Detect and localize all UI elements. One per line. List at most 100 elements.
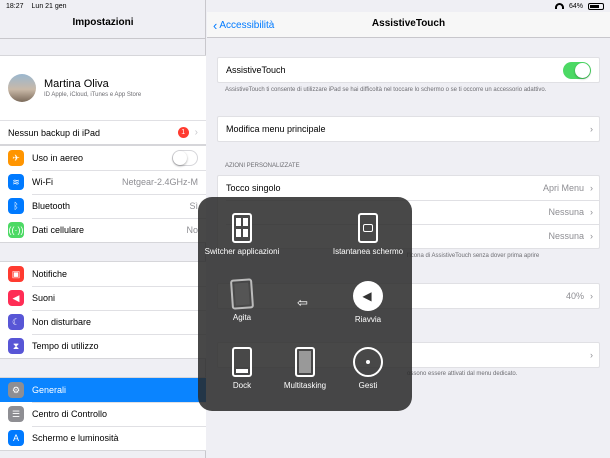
profile-name: Martina Oliva (44, 78, 109, 90)
sidebar-item-control-center[interactable]: ☰ Centro di Controllo (0, 402, 206, 426)
airplane-icon: ✈ (8, 150, 24, 166)
chevron-right-icon: › (590, 183, 593, 193)
sidebar-item-cellular[interactable]: ((·)) Dati cellulare No (0, 218, 206, 242)
assistivetouch-footer: AssistiveTouch ti consente di utilizzare… (225, 87, 547, 93)
chevron-right-icon: › (590, 231, 593, 241)
assistivetouch-menu: Switcher applicazioni Istantanea schermo… (198, 197, 412, 411)
chevron-right-icon: › (590, 350, 593, 360)
airplane-mode-toggle[interactable] (172, 150, 198, 166)
sidebar-item-general[interactable]: ⚙ Generali (0, 378, 206, 402)
toggles-icon: ☰ (8, 406, 24, 422)
devices-footer: ossono essere attivati dal menu dedicato… (407, 371, 518, 377)
page-title: AssistiveTouch (371, 18, 446, 29)
status-date: Lun 21 gen (31, 2, 67, 10)
sidebar-item-wifi[interactable]: ≋ Wi-Fi Netgear-2.4GHz-M (0, 170, 206, 194)
gestures-button[interactable]: Gesti (328, 347, 408, 391)
action-label: Tocco singolo (226, 183, 281, 193)
divider (0, 38, 206, 39)
restart-button[interactable]: ◀ Riavvia (328, 281, 408, 325)
apple-id-profile[interactable]: Martina Oliva ID Apple, iCloud, iTunes e… (0, 56, 206, 120)
status-time: 18:27 (6, 2, 24, 10)
shake-label: Agita (232, 313, 252, 322)
sidebar-title: Impostazioni (72, 17, 134, 28)
wifi-icon: ≋ (8, 174, 24, 190)
notification-badge: 1 (177, 127, 189, 138)
shake-button[interactable]: Agita (202, 278, 282, 323)
sidebar-item-label: Bluetooth (32, 201, 71, 211)
sidebar-item-label: Uso in aereo (32, 153, 84, 163)
screenshot-label: Istantanea schermo (332, 247, 404, 256)
cellular-value: No (186, 225, 198, 235)
gear-icon: ⚙ (8, 382, 24, 398)
sidebar-item-screen-time[interactable]: ⧗ Tempo di utilizzo (0, 334, 206, 358)
sidebar-item-label: Wi-Fi (32, 177, 53, 187)
bluetooth-icon: ᛒ (8, 198, 24, 214)
antenna-icon: ((·)) (8, 222, 24, 238)
profile-subtitle: ID Apple, iCloud, iTunes e App Store (44, 92, 142, 98)
sidebar-item-sounds[interactable]: ◀ Suoni (0, 286, 206, 310)
bluetooth-value: Sì (189, 201, 198, 211)
moon-icon: ☾ (8, 314, 24, 330)
hourglass-icon: ⧗ (8, 338, 24, 354)
battery-percent: 64% (568, 2, 583, 10)
sidebar-item-label: Tempo di utilizzo (32, 341, 99, 351)
settings-sidebar: Impostazioni Martina Oliva ID Apple, iCl… (0, 0, 206, 458)
camera-icon (358, 213, 378, 243)
sidebar-item-label: Notifiche (32, 269, 68, 279)
connectivity-group: ✈ Uso in aereo ≋ Wi-Fi Netgear-2.4GHz-M … (0, 145, 206, 243)
action-value: Apri Menu (542, 183, 584, 193)
sidebar-item-notifications[interactable]: ▣ Notifiche (0, 262, 206, 286)
back-arrow-icon[interactable]: ⇦ (297, 295, 308, 311)
customize-menu-label: Modifica menu principale (226, 124, 326, 134)
avatar (8, 74, 36, 102)
sidebar-item-display[interactable]: A Schermo e luminosità (0, 426, 206, 450)
assistive-toggle-card: AssistiveTouch (217, 57, 600, 83)
gestures-icon (353, 347, 383, 377)
app-switcher-label: Switcher applicazioni (204, 247, 280, 256)
notifications-icon: ▣ (8, 266, 24, 282)
actions-footer: l'icona di AssistiveTouch senza dover pr… (407, 253, 540, 259)
chevron-right-icon: › (590, 291, 593, 301)
battery-icon (588, 2, 604, 10)
assistivetouch-toggle[interactable] (563, 61, 591, 79)
action-value: Nessuna (548, 231, 584, 241)
assistivetouch-label: AssistiveTouch (226, 65, 286, 75)
general-group: ⚙ Generali ☰ Centro di Controllo A Scher… (0, 377, 206, 451)
dock-icon (232, 347, 252, 377)
status-right: 64% (554, 2, 604, 10)
section-header: AZIONI PERSONALIZZATE (225, 163, 300, 169)
chevron-right-icon: › (590, 124, 593, 134)
sidebar-item-label: Non disturbare (32, 317, 92, 327)
wifi-status-icon (554, 3, 564, 9)
backup-warning-row[interactable]: Nessun backup di iPad 1 › (0, 120, 206, 144)
sidebar-item-bluetooth[interactable]: ᛒ Bluetooth Sì (0, 194, 206, 218)
navigation-bar: ‹ Accessibilità AssistiveTouch (207, 12, 610, 38)
wifi-network-value: Netgear-2.4GHz-M (121, 177, 198, 187)
speaker-icon: ◀ (8, 290, 24, 306)
notifications-group: ▣ Notifiche ◀ Suoni ☾ Non disturbare ⧗ T… (0, 261, 206, 359)
action-value: Nessuna (548, 207, 584, 217)
restart-icon: ◀ (353, 281, 383, 311)
profile-group: Martina Oliva ID Apple, iCloud, iTunes e… (0, 55, 206, 145)
status-bar: 18:27 Lun 21 gen 64% (0, 0, 610, 12)
customize-menu-row[interactable]: Modifica menu principale › (218, 117, 599, 141)
customize-card: Modifica menu principale › (217, 116, 600, 142)
sidebar-item-airplane-mode[interactable]: ✈ Uso in aereo (0, 146, 206, 170)
brightness-icon: A (8, 430, 24, 446)
assistivetouch-row[interactable]: AssistiveTouch (218, 58, 599, 82)
restart-label: Riavvia (354, 315, 382, 324)
sidebar-item-label: Suoni (32, 293, 56, 303)
sidebar-item-label: Dati cellulare (32, 225, 85, 235)
sidebar-item-do-not-disturb[interactable]: ☾ Non disturbare (0, 310, 206, 334)
multitasking-label: Multitasking (283, 381, 327, 390)
sidebar-item-label: Centro di Controllo (32, 409, 108, 419)
app-switcher-button[interactable]: Switcher applicazioni (202, 213, 282, 257)
chevron-right-icon: › (194, 127, 198, 138)
screenshot-button[interactable]: Istantanea schermo (328, 213, 408, 257)
gestures-label: Gesti (358, 381, 378, 390)
sidebar-item-label: Schermo e luminosità (32, 433, 119, 443)
multitasking-icon (295, 347, 315, 377)
opacity-value: 40% (565, 291, 584, 301)
chevron-right-icon: › (590, 207, 593, 217)
shake-icon (229, 278, 255, 310)
